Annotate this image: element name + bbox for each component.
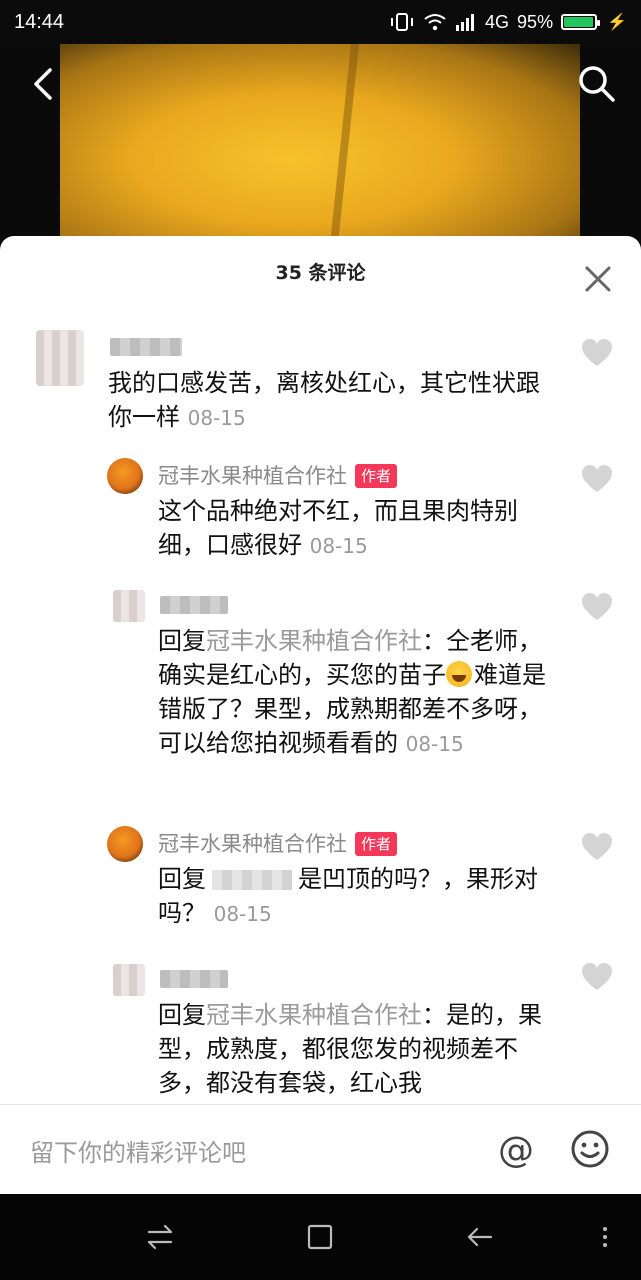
switch-app-icon[interactable] bbox=[143, 1220, 177, 1254]
comment-date: 08-15 bbox=[213, 902, 272, 926]
like-heart-icon[interactable] bbox=[580, 832, 614, 862]
username-redacted[interactable] bbox=[160, 596, 228, 614]
system-nav-bar bbox=[0, 1194, 641, 1280]
author-badge: 作者 bbox=[355, 464, 398, 488]
search-icon[interactable] bbox=[575, 62, 619, 106]
back-icon[interactable] bbox=[22, 62, 66, 106]
comment-text: 回复冠丰水果种植合作社：是的，果型，成熟度，都很您发的视频差不多，都没有套袋，红… bbox=[158, 1001, 542, 1097]
author-name[interactable]: 冠丰水果种植合作社 作者 bbox=[158, 460, 398, 490]
like-heart-icon[interactable] bbox=[580, 464, 614, 494]
avatar[interactable] bbox=[113, 590, 145, 622]
video-player[interactable] bbox=[0, 44, 641, 254]
author-avatar[interactable] bbox=[107, 458, 143, 494]
home-icon[interactable] bbox=[303, 1220, 337, 1254]
back-nav-icon[interactable] bbox=[463, 1220, 497, 1254]
battery-percent: 95% bbox=[517, 11, 554, 32]
reply-item: 回复冠丰水果种植合作社：是的，果型，成熟度，都很您发的视频差不多，都没有套袋，红… bbox=[0, 956, 641, 1102]
comment-input-bar: 留下你的精彩评论吧 @ bbox=[0, 1104, 641, 1194]
comment-text: 回复 是凹顶的吗？，果形对吗？ 08-15 bbox=[158, 865, 538, 927]
avatar[interactable] bbox=[113, 964, 145, 996]
comment-item: 我的口感发苦，离核处红心，其它性状跟你一样 08-15 bbox=[0, 326, 641, 446]
author-badge: 作者 bbox=[355, 832, 398, 856]
close-icon[interactable] bbox=[583, 264, 613, 294]
username-redacted[interactable] bbox=[160, 970, 228, 988]
wifi-icon bbox=[424, 14, 446, 31]
reply-to-name: 冠丰水果种植合作社 bbox=[206, 1001, 422, 1029]
signal-icon bbox=[456, 14, 475, 31]
like-heart-icon[interactable] bbox=[580, 338, 614, 368]
avatar[interactable] bbox=[36, 330, 84, 386]
laughing-emoji-icon bbox=[446, 661, 472, 687]
like-heart-icon[interactable] bbox=[580, 592, 614, 622]
redacted-name bbox=[212, 870, 292, 890]
comment-input[interactable]: 留下你的精彩评论吧 bbox=[30, 1133, 246, 1168]
comment-text: 这个品种绝对不红，而且果肉特别细，口感很好 08-15 bbox=[158, 497, 518, 559]
emoji-icon[interactable] bbox=[570, 1129, 610, 1169]
reply-item: 冠丰水果种植合作社 作者 这个品种绝对不红，而且果肉特别细，口感很好 08-15 bbox=[0, 454, 641, 574]
vibrate-icon bbox=[391, 13, 414, 31]
mention-icon[interactable]: @ bbox=[498, 1131, 534, 1171]
comment-text: 我的口感发苦，离核处红心，其它性状跟你一样 08-15 bbox=[108, 369, 540, 431]
comment-text: 回复冠丰水果种植合作社：仝老师，确实是红心的，买您的苗子 难道是错版了？果型，成熟… bbox=[158, 627, 546, 757]
like-heart-icon[interactable] bbox=[580, 962, 614, 992]
status-bar: 14:44 4G 95% ⚡ bbox=[0, 0, 641, 44]
comment-date: 08-15 bbox=[187, 406, 246, 430]
comment-list[interactable]: 我的口感发苦，离核处红心，其它性状跟你一样 08-15 冠丰水果种植合作社 作者 … bbox=[0, 326, 641, 1102]
comment-date: 08-15 bbox=[309, 534, 368, 558]
comment-count-title: 35 条评论 bbox=[275, 262, 366, 284]
status-time: 14:44 bbox=[14, 10, 65, 33]
username-redacted[interactable] bbox=[110, 338, 182, 356]
menu-icon[interactable] bbox=[588, 1220, 622, 1254]
battery-icon bbox=[561, 14, 601, 30]
author-name[interactable]: 冠丰水果种植合作社 作者 bbox=[158, 828, 398, 858]
video-frame bbox=[60, 44, 580, 254]
reply-to-name: 冠丰水果种植合作社 bbox=[206, 627, 422, 655]
reply-item: 回复冠丰水果种植合作社：仝老师，确实是红心的，买您的苗子 难道是错版了？果型，成熟… bbox=[0, 582, 641, 812]
author-avatar[interactable] bbox=[107, 826, 143, 862]
reply-item: 冠丰水果种植合作社 作者 回复 是凹顶的吗？，果形对吗？ 08-15 bbox=[0, 822, 641, 942]
status-icons: 4G 95% ⚡ bbox=[389, 12, 627, 33]
charging-icon: ⚡ bbox=[607, 14, 627, 31]
comment-date: 08-15 bbox=[405, 732, 464, 756]
comment-sheet: 35 条评论 我的口感发苦，离核处红心，其它性状跟你一样 08-15 冠丰水果种… bbox=[0, 236, 641, 1194]
network-type: 4G bbox=[485, 11, 510, 32]
